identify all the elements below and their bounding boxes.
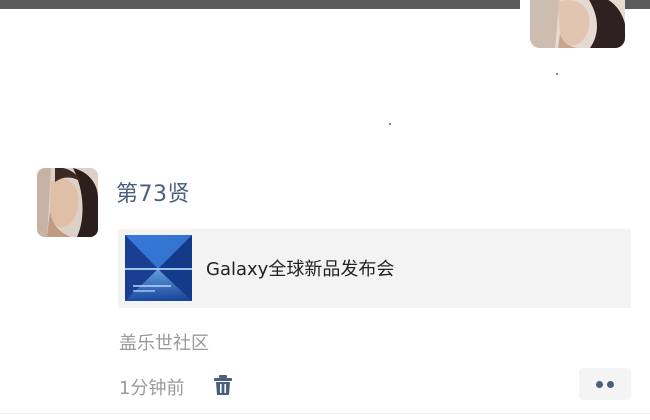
- galaxy-event-thumbnail: [125, 235, 192, 301]
- top-divider-bar-right: [625, 0, 650, 9]
- author-name[interactable]: 第73贤: [116, 176, 190, 208]
- delete-icon-graphic: [214, 375, 232, 395]
- more-button[interactable]: [579, 368, 631, 400]
- divider: [0, 413, 650, 414]
- post-time: 1分钟前: [119, 378, 185, 399]
- portrait-image: [37, 168, 98, 237]
- decorative-dot: [556, 73, 558, 75]
- top-divider-bar: [0, 0, 520, 9]
- decorative-dot: [389, 123, 391, 125]
- more-dots-icon: [596, 381, 603, 388]
- link-title: Galaxy全球新品发布会: [206, 259, 395, 280]
- trash-icon[interactable]: [212, 374, 234, 396]
- portrait-image: [530, 0, 625, 48]
- avatar[interactable]: [37, 168, 98, 237]
- avatar[interactable]: [530, 0, 625, 48]
- link-card[interactable]: Galaxy全球新品发布会: [118, 229, 631, 308]
- source-link[interactable]: 盖乐世社区: [119, 329, 209, 355]
- more-dots-icon: [607, 381, 614, 388]
- galaxy-logo-graphic: [125, 235, 192, 301]
